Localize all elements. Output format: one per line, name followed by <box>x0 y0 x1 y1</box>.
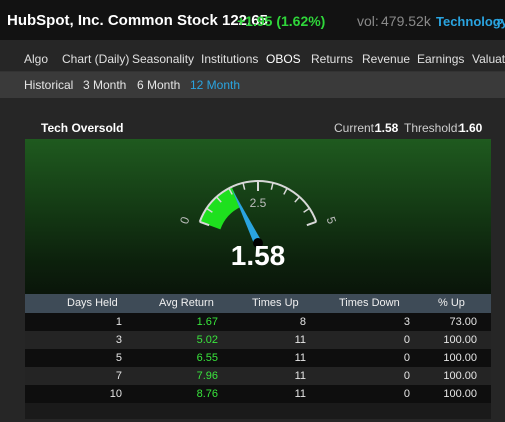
tab-seasonality[interactable]: Seasonality <box>132 52 194 66</box>
gauge-tick <box>283 187 288 195</box>
gauge-tick <box>242 182 246 190</box>
column-pct-up: % Up <box>438 297 465 309</box>
tab-institutions[interactable]: Institutions <box>201 52 258 66</box>
table-cell: 5 <box>115 352 122 364</box>
table-cell: 11 <box>294 352 306 364</box>
column-times-down: Times Down <box>339 297 400 309</box>
table-row: 1 1.67 8 3 73.00 <box>25 313 491 331</box>
tab-historical[interactable]: Historical <box>24 78 73 92</box>
table-cell: 100.00 <box>443 334 477 346</box>
table-cell: 6.55 <box>196 352 218 364</box>
tab-revenue[interactable]: Revenue <box>362 52 410 66</box>
tab-12-month[interactable]: 12 Month <box>190 78 240 92</box>
tab-earnings[interactable]: Earnings <box>417 52 464 66</box>
table-cell: 11 <box>294 388 306 400</box>
tab-valuation[interactable]: Valuation <box>472 52 505 66</box>
oversold-panel: Tech Oversold Current: 1.58 Threshold: 1… <box>25 117 491 419</box>
gauge-mid-label: 2.5 <box>250 196 267 210</box>
gauge-value: 1.58 <box>231 240 286 271</box>
tab-algo[interactable]: Algo <box>24 52 48 66</box>
table-cell: 100.00 <box>443 388 477 400</box>
threshold-value: 1.60 <box>459 121 483 135</box>
gauge-tick <box>270 182 274 190</box>
main-nav: Algo Chart (Daily) Seasonality Instituti… <box>0 44 505 72</box>
table-header: Days Held Avg Return Times Up Times Down… <box>25 294 491 313</box>
volume-label: vol: <box>357 13 379 29</box>
table-cell: 1 <box>115 316 122 328</box>
sector-link[interactable]: Technology <box>436 14 505 29</box>
table-cell: 11 <box>294 370 306 382</box>
table-row: 5 6.55 11 0 100.00 <box>25 349 491 367</box>
current-label: Current: <box>334 121 378 135</box>
tab-obos[interactable]: OBOS <box>266 52 301 66</box>
table-cell: 3 <box>115 334 122 346</box>
table-row: 3 5.02 11 0 100.00 <box>25 331 491 349</box>
table-cell: 10 <box>109 388 122 400</box>
table-cell: 8 <box>299 316 306 328</box>
column-avg-return: Avg Return <box>159 297 214 309</box>
gauge-area: 0 2.5 5 1.58 <box>25 139 491 294</box>
table-row: 7 7.96 11 0 100.00 <box>25 367 491 385</box>
period-nav: Historical 3 Month 6 Month 12 Month <box>0 72 505 98</box>
table-cell: 3 <box>403 316 410 328</box>
panel-title: Tech Oversold <box>41 121 124 135</box>
table-cell: 0 <box>403 370 410 382</box>
gauge-tick <box>294 196 301 203</box>
gauge-tick <box>303 207 310 213</box>
column-days-held: Days Held <box>67 297 118 309</box>
price-change: +1.95 (1.62%) <box>237 13 326 29</box>
table-cell: 11 <box>294 334 306 346</box>
table-cell: 0 <box>403 388 410 400</box>
table-cell: 100.00 <box>443 370 477 382</box>
tab-returns[interactable]: Returns <box>311 52 353 66</box>
panel-header: Tech Oversold Current: 1.58 Threshold: 1… <box>25 117 491 139</box>
tab-3-month[interactable]: 3 Month <box>83 78 126 92</box>
table-cell: 8.76 <box>196 388 218 400</box>
tab-chart-daily[interactable]: Chart (Daily) <box>62 52 129 66</box>
stock-title: HubSpot, Inc. Common Stock 122.65 <box>7 12 268 29</box>
quote-header: HubSpot, Inc. Common Stock 122.65 +1.95 … <box>0 0 505 40</box>
table-cell: 5.02 <box>196 334 218 346</box>
volume-value: 479.52k <box>381 13 431 29</box>
gauge-max-label: 5 <box>324 215 340 226</box>
table-cell: 73.00 <box>449 316 477 328</box>
table-cell: 0 <box>403 334 410 346</box>
table-cell: 7 <box>115 370 122 382</box>
table-row: 10 8.76 11 0 100.00 <box>25 385 491 403</box>
sector-more-icon[interactable]: » <box>496 13 503 28</box>
threshold-label: Threshold: <box>404 121 461 135</box>
column-times-up: Times Up <box>252 297 299 309</box>
table-cell: 1.67 <box>196 316 218 328</box>
tab-6-month[interactable]: 6 Month <box>137 78 180 92</box>
gauge-min-label: 0 <box>177 214 193 225</box>
current-value: 1.58 <box>375 121 399 135</box>
gauge: 0 2.5 5 1.58 <box>177 180 340 271</box>
table-body: 1 1.67 8 3 73.00 3 5.02 11 0 100.00 5 6.55 11 0 100.00… <box>25 313 491 403</box>
table-cell: 7.96 <box>196 370 218 382</box>
gauge-tick <box>306 220 317 227</box>
table-cell: 0 <box>403 352 410 364</box>
table-cell: 100.00 <box>443 352 477 364</box>
